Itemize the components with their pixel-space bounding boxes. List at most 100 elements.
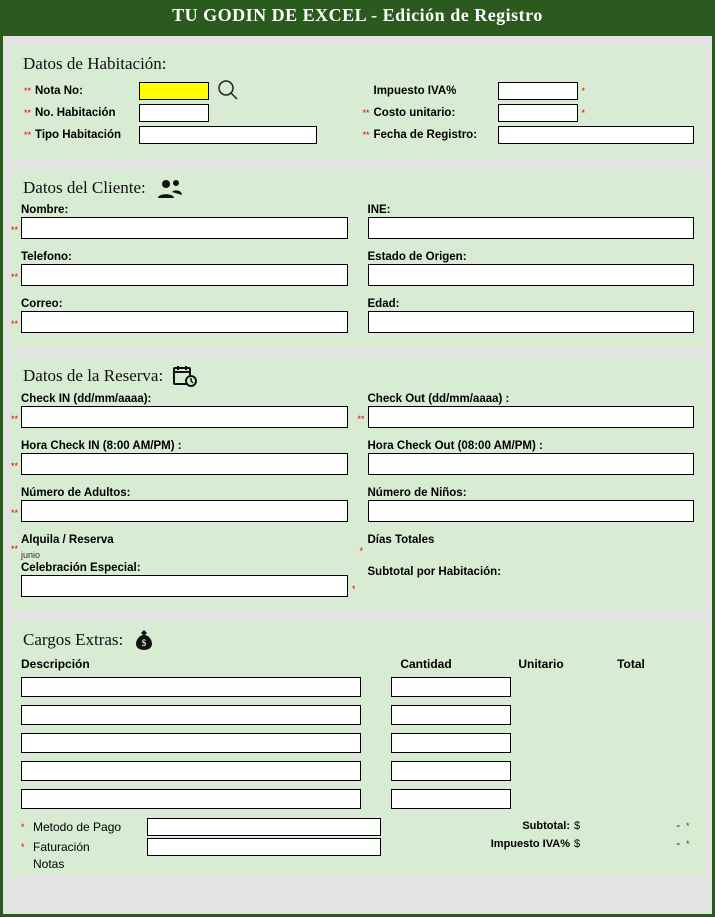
label-telefono: Telefono: xyxy=(21,251,348,263)
required-star: * xyxy=(352,584,356,594)
label-iva-total: Impuesto IVA% xyxy=(391,838,574,850)
input-extras-cant[interactable] xyxy=(391,733,511,753)
input-checkout[interactable] xyxy=(368,406,695,428)
input-estado[interactable] xyxy=(368,264,695,286)
input-no-habitacion[interactable] xyxy=(139,104,209,122)
required-star: ** xyxy=(11,319,18,329)
required-star: ** xyxy=(11,461,18,471)
input-ninos[interactable] xyxy=(368,500,695,522)
label-dias-totales: Días Totales xyxy=(368,534,695,546)
input-extras-desc[interactable] xyxy=(21,677,361,697)
label-nota-no: Nota No: xyxy=(35,85,135,97)
label-estado: Estado de Origen: xyxy=(368,251,695,263)
input-nota-no[interactable] xyxy=(139,82,209,100)
panel-habitacion: Datos de Habitación: ** Nota No: ** No. … xyxy=(9,46,706,160)
svg-text:$: $ xyxy=(142,638,147,648)
header-total: Total xyxy=(591,657,671,671)
extras-row xyxy=(21,789,694,809)
label-checkout: Check Out (dd/mm/aaaa) : xyxy=(368,393,695,405)
section-title-habitacion: Datos de Habitación: xyxy=(23,54,694,74)
required-star: ** xyxy=(360,108,370,118)
required-star: * xyxy=(582,108,590,118)
search-icon[interactable] xyxy=(213,78,243,105)
input-metodo-pago[interactable] xyxy=(147,818,381,836)
input-extras-desc[interactable] xyxy=(21,761,361,781)
required-star: * xyxy=(686,839,694,849)
required-star: ** xyxy=(21,130,31,140)
section-title-text: Cargos Extras: xyxy=(23,630,123,650)
label-checkin: Check IN (dd/mm/aaaa): xyxy=(21,393,348,405)
label-alquila: Alquila / Reserva xyxy=(21,534,348,546)
input-ine[interactable] xyxy=(368,217,695,239)
section-title-text: Datos de la Reserva: xyxy=(23,366,163,386)
input-celebracion[interactable] xyxy=(21,575,348,597)
required-star: ** xyxy=(11,544,18,554)
money-bag-icon: $ xyxy=(133,629,155,651)
section-title-reserva: Datos de la Reserva: xyxy=(23,365,694,387)
label-celebracion: Celebración Especial: xyxy=(21,562,348,574)
currency-subtotal: $ xyxy=(574,820,590,832)
label-subtotal: Subtotal: xyxy=(391,820,574,832)
required-star: ** xyxy=(360,130,370,140)
label-facturacion: Faturación xyxy=(33,840,143,854)
panel-extras: Cargos Extras: $ Descripción Cantidad Un… xyxy=(9,621,706,875)
section-title-text: Datos del Cliente: xyxy=(23,178,146,198)
input-fecha-registro[interactable] xyxy=(498,126,695,144)
value-iva: - xyxy=(590,838,680,850)
extras-row xyxy=(21,761,694,781)
extras-row xyxy=(21,677,694,697)
page-title: TU GODIN DE EXCEL - Edición de Registro xyxy=(3,3,712,36)
input-edad[interactable] xyxy=(368,311,695,333)
people-icon xyxy=(156,178,184,198)
label-adultos: Número de Adultos: xyxy=(21,487,348,499)
required-star: ** xyxy=(11,414,18,424)
label-notas: Notas xyxy=(33,857,143,871)
input-iva[interactable] xyxy=(498,82,578,100)
required-star: * xyxy=(686,821,694,831)
input-telefono[interactable] xyxy=(21,264,348,286)
input-facturacion[interactable] xyxy=(147,838,381,856)
input-extras-cant[interactable] xyxy=(391,677,511,697)
required-star: * xyxy=(21,842,29,852)
input-hora-out[interactable] xyxy=(368,453,695,475)
required-star: * xyxy=(582,86,590,96)
label-no-habitacion: No. Habitación xyxy=(35,107,135,119)
required-star: ** xyxy=(21,108,31,118)
input-extras-cant[interactable] xyxy=(391,761,511,781)
extras-row xyxy=(21,733,694,753)
section-title-cliente: Datos del Cliente: xyxy=(23,178,694,198)
currency-iva: $ xyxy=(574,838,590,850)
required-star: * xyxy=(360,546,364,556)
label-fecha-registro: Fecha de Registro: xyxy=(374,129,494,141)
required-star: ** xyxy=(358,414,365,424)
note-junio: junio xyxy=(21,550,348,560)
input-extras-desc[interactable] xyxy=(21,789,361,809)
label-iva: Impuesto IVA% xyxy=(374,85,494,97)
label-nombre: Nombre: xyxy=(21,204,348,216)
input-extras-cant[interactable] xyxy=(391,705,511,725)
header-cantidad: Cantidad xyxy=(361,657,491,671)
required-star: ** xyxy=(11,508,18,518)
value-subtotal: - xyxy=(590,820,680,832)
label-metodo-pago: Metodo de Pago xyxy=(33,820,143,834)
label-edad: Edad: xyxy=(368,298,695,310)
input-tipo-habitacion[interactable] xyxy=(139,126,317,144)
label-subtotal-hab: Subtotal por Habitación: xyxy=(368,566,695,578)
label-ninos: Número de Niños: xyxy=(368,487,695,499)
input-extras-desc[interactable] xyxy=(21,733,361,753)
input-adultos[interactable] xyxy=(21,500,348,522)
required-star: ** xyxy=(21,86,31,96)
input-costo[interactable] xyxy=(498,104,578,122)
input-extras-desc[interactable] xyxy=(21,705,361,725)
label-hora-out: Hora Check Out (08:00 AM/PM) : xyxy=(368,440,695,452)
input-nombre[interactable] xyxy=(21,217,348,239)
panel-cliente: Datos del Cliente: ** Nombre: ** Telefon… xyxy=(9,170,706,347)
extras-row xyxy=(21,705,694,725)
input-checkin[interactable] xyxy=(21,406,348,428)
panel-reserva: Datos de la Reserva: ** Check IN (dd/mm/… xyxy=(9,357,706,611)
input-extras-cant[interactable] xyxy=(391,789,511,809)
input-correo[interactable] xyxy=(21,311,348,333)
input-hora-in[interactable] xyxy=(21,453,348,475)
required-star: ** xyxy=(11,225,18,235)
required-star: ** xyxy=(11,272,18,282)
